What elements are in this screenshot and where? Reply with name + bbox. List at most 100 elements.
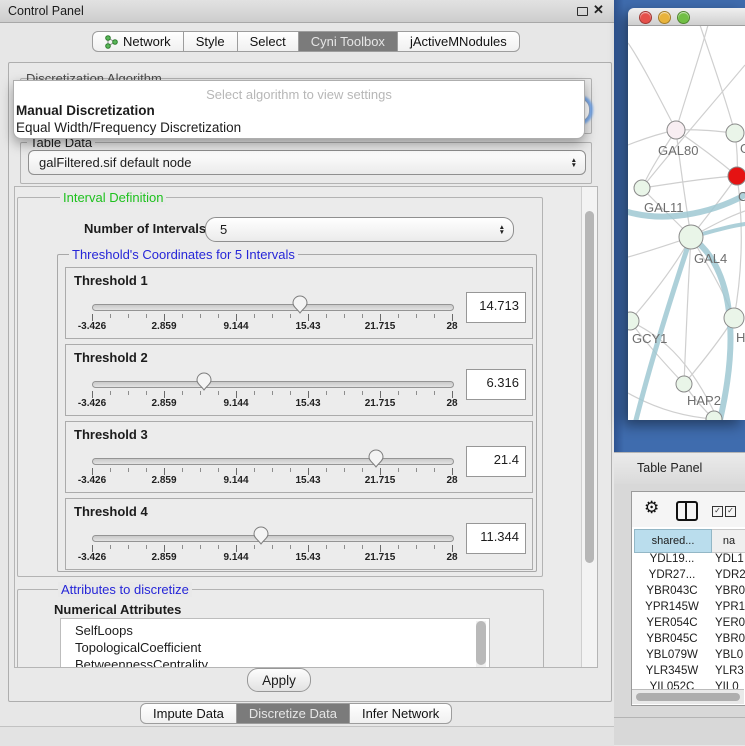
tab-jactivemnodules[interactable]: jActiveMNodules — [397, 31, 520, 52]
major-tick — [308, 314, 309, 321]
network-window-titlebar[interactable] — [628, 8, 745, 26]
table-row[interactable]: YDR27...YDR2 — [634, 569, 745, 585]
threshold-value-field[interactable]: 6.316 — [466, 369, 526, 400]
slider-handle[interactable] — [368, 449, 384, 473]
node-label: GAL4 — [694, 251, 727, 266]
float-panel-icon[interactable] — [577, 7, 588, 16]
interval-definition-label: Interval Definition — [60, 190, 166, 205]
table-panel-titlebar: Table Panel — [614, 452, 745, 485]
table-row[interactable]: YLR345WYLR3 — [634, 665, 745, 681]
tick-label: 15.43 — [295, 475, 320, 486]
table-row[interactable]: YBL079WYBL0 — [634, 649, 745, 665]
attributes-list-scrollbar[interactable] — [476, 621, 486, 668]
split-columns-icon[interactable] — [676, 501, 698, 521]
tab-network[interactable]: Network — [92, 31, 184, 52]
thresholds-group-label: Threshold's Coordinates for 5 Intervals — [69, 247, 298, 262]
cell-name: YPR1 — [715, 601, 745, 613]
network-canvas[interactable]: GAL80GCGAL11GAL4HGCY1HAP2 — [628, 25, 745, 420]
threshold-value-field[interactable]: 21.4 — [466, 446, 526, 477]
tick-label: 2.859 — [151, 321, 176, 332]
table-row[interactable]: YBR043CYBR0 — [634, 585, 745, 601]
tick-label: 21.715 — [365, 398, 396, 409]
network-graph: GAL80GCGAL11GAL4HGCY1HAP2 — [628, 25, 745, 420]
minor-tick — [272, 468, 273, 472]
threshold-panel-4: Threshold 411.344-3.4262.8599.14415.4321… — [65, 498, 533, 570]
minor-tick — [398, 545, 399, 549]
minor-tick — [398, 314, 399, 318]
settings-vertical-scrollbar[interactable] — [581, 187, 598, 667]
scrollbar-thumb[interactable] — [636, 693, 740, 701]
network-node-c[interactable] — [728, 167, 745, 185]
minor-tick — [362, 545, 363, 549]
slider-track[interactable] — [92, 535, 454, 542]
scrollbar-thumb[interactable] — [476, 621, 486, 665]
slider-track[interactable] — [92, 458, 454, 465]
cell-shared-name: YPR145W — [634, 601, 710, 613]
tab-impute-data[interactable]: Impute Data — [140, 703, 237, 724]
attributes-group-label: Attributes to discretize — [58, 582, 192, 597]
table-row[interactable]: YER054CYER0 — [634, 617, 745, 633]
algorithm-option-manual[interactable]: Manual Discretization — [16, 103, 155, 119]
scrollbar-thumb[interactable] — [585, 211, 594, 563]
tab-infer-network[interactable]: Infer Network — [349, 703, 452, 724]
checkbox-icon[interactable]: ✓ — [712, 506, 723, 517]
slider-handle[interactable] — [292, 295, 308, 319]
attribute-item-topologicalcoefficient[interactable]: TopologicalCoefficient — [75, 640, 201, 656]
slider-handle[interactable] — [253, 526, 269, 550]
settings-scroll-viewport: Interval Definition Number of Intervals … — [14, 186, 598, 668]
network-node-g[interactable] — [726, 124, 744, 142]
checkbox-icon[interactable]: ✓ — [725, 506, 736, 517]
minor-tick — [128, 314, 129, 318]
slider-track[interactable] — [92, 304, 454, 311]
minor-tick — [200, 314, 201, 318]
algorithm-option-equal-width[interactable]: Equal Width/Frequency Discretization — [16, 120, 241, 136]
column-header-name[interactable]: na — [712, 529, 745, 553]
network-node-gcy1[interactable] — [628, 312, 639, 330]
network-edge — [630, 237, 691, 321]
minor-tick — [344, 468, 345, 472]
zoom-window-light[interactable] — [677, 11, 690, 24]
table-data-combo[interactable]: galFiltered.sif default node ▲▼ — [28, 150, 586, 175]
table-row[interactable]: YDL19...YDL1 — [634, 553, 745, 569]
tick-label: 15.43 — [295, 398, 320, 409]
major-tick — [164, 545, 165, 552]
threshold-panel-2: Threshold 26.316-3.4262.8599.14415.4321.… — [65, 344, 533, 416]
network-node-gal80[interactable] — [667, 121, 685, 139]
node-label: HAP2 — [687, 393, 721, 408]
gear-icon[interactable]: ⚙ — [644, 498, 659, 518]
network-node-h[interactable] — [724, 308, 744, 328]
attribute-item-selfloops[interactable]: SelfLoops — [75, 623, 133, 639]
threshold-value-field[interactable]: 11.344 — [466, 523, 526, 554]
tab-cyni-toolbox[interactable]: Cyni Toolbox — [298, 31, 398, 52]
apply-button[interactable]: Apply — [247, 668, 311, 692]
table-horizontal-scrollbar[interactable] — [632, 689, 744, 704]
column-header-shared[interactable]: shared... — [634, 529, 712, 553]
major-tick — [236, 391, 237, 398]
threshold-value-field[interactable]: 14.713 — [466, 292, 526, 323]
tick-label: 28 — [446, 321, 457, 332]
table-row[interactable]: YPR145W YPR1 — [634, 601, 745, 617]
tick-label: 9.144 — [223, 552, 248, 563]
close-window-light[interactable] — [639, 11, 652, 24]
network-view-window: GAL80GCGAL11GAL4HGCY1HAP2 — [628, 8, 745, 420]
tab-style[interactable]: Style — [183, 31, 238, 52]
network-node-gal4[interactable] — [679, 225, 703, 249]
close-panel-icon[interactable]: ✕ — [593, 2, 604, 18]
slider-track[interactable] — [92, 381, 454, 388]
minor-tick — [254, 468, 255, 472]
node-label: G — [740, 141, 745, 156]
network-node-hap2[interactable] — [676, 376, 692, 392]
tick-label: 15.43 — [295, 552, 320, 563]
tab-discretize-data[interactable]: Discretize Data — [236, 703, 350, 724]
network-node-gal11[interactable] — [634, 180, 650, 196]
slider-handle[interactable] — [196, 372, 212, 396]
numerical-attributes-list[interactable]: SelfLoopsTopologicalCoefficientBetweenne… — [60, 618, 490, 668]
minimize-window-light[interactable] — [658, 11, 671, 24]
tab-select[interactable]: Select — [237, 31, 299, 52]
attribute-item-betweennesscentrality[interactable]: BetweennessCentrality — [75, 657, 208, 668]
table-row[interactable]: YBR045CYBR0 — [634, 633, 745, 649]
tick-label: 21.715 — [365, 321, 396, 332]
number-of-intervals-combo[interactable]: 5 ▲▼ — [205, 217, 514, 242]
footer-area — [0, 726, 614, 746]
minor-tick — [146, 468, 147, 472]
